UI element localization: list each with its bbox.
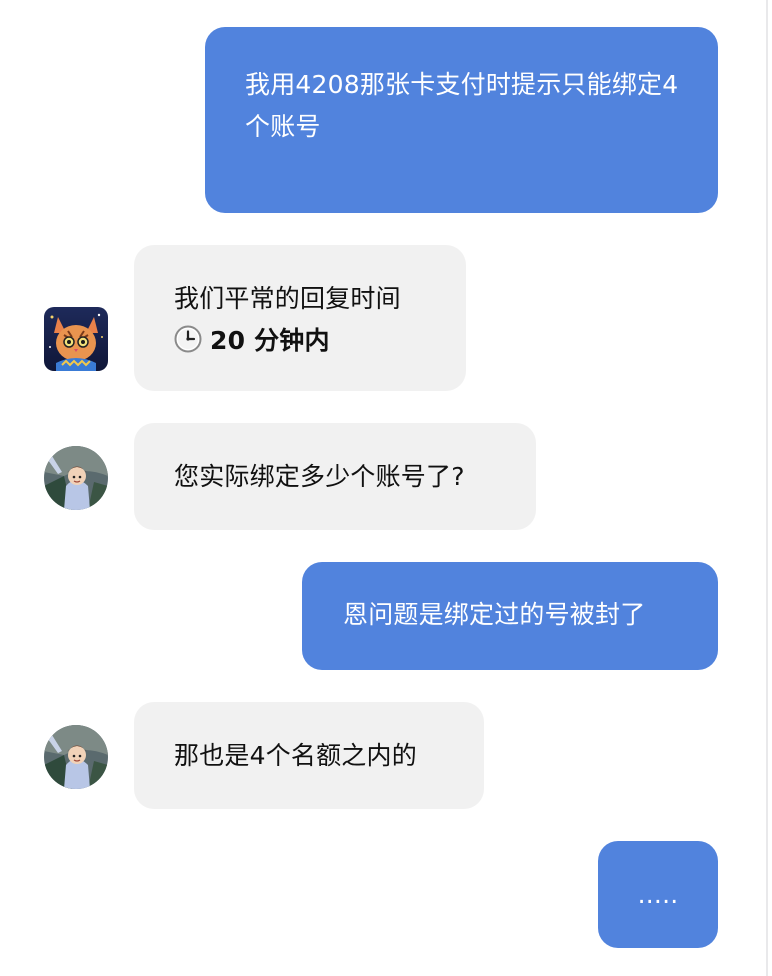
reply-time-bold: 20 分钟内: [210, 326, 330, 355]
reply-time-value: 20 分钟内: [174, 320, 446, 362]
agent-message-bubble: 那也是4个名额之内的: [134, 702, 484, 809]
message-text: 那也是4个名额之内的: [174, 741, 417, 770]
message-text: 我用4208那张卡支付时提示只能绑定4个账号: [245, 70, 679, 141]
scroll-divider: [766, 0, 768, 976]
cat-avatar-icon: [44, 307, 108, 371]
chat-page: 我用4208那张卡支付时提示只能绑定4个账号 我们平常的回复时间 20 分钟内 …: [0, 0, 772, 976]
message-text: 您实际绑定多少个账号了?: [174, 462, 465, 491]
message-text: 恩问题是绑定过的号被封了: [343, 600, 646, 629]
person-avatar-icon: [44, 446, 108, 510]
agent-message-bubble: 我们平常的回复时间 20 分钟内: [134, 245, 466, 391]
reply-time-label: 我们平常的回复时间: [174, 284, 401, 313]
agent-message-bubble: 您实际绑定多少个账号了?: [134, 423, 536, 530]
user-message-bubble: 我用4208那张卡支付时提示只能绑定4个账号: [205, 27, 718, 213]
user-message-bubble: .....: [598, 841, 718, 948]
message-text: .....: [637, 880, 679, 909]
person-avatar-icon: [44, 725, 108, 789]
user-message-bubble: 恩问题是绑定过的号被封了: [302, 562, 718, 670]
clock-icon: [174, 325, 202, 353]
